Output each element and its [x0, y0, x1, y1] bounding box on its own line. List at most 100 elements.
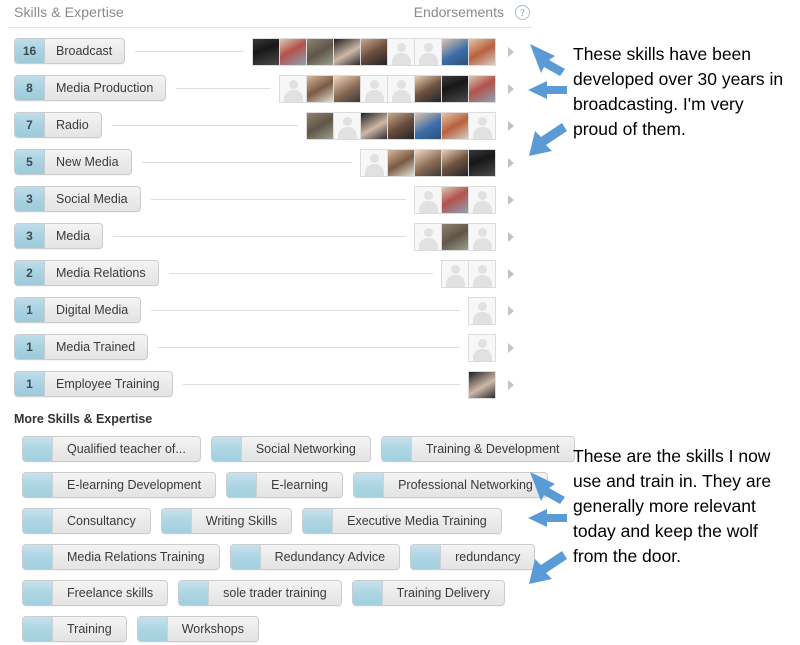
- skill-tag[interactable]: Workshops: [136, 616, 259, 642]
- chevron-right-icon[interactable]: [508, 158, 514, 168]
- skill-tag-label: Training & Development: [425, 442, 560, 456]
- skill-pill[interactable]: 2 Media Relations: [14, 260, 159, 286]
- skill-pill[interactable]: 1 Employee Training: [14, 371, 173, 397]
- skill-tag[interactable]: Freelance skills: [22, 580, 169, 606]
- avatar[interactable]: [441, 186, 469, 214]
- avatar[interactable]: [441, 38, 469, 66]
- avatar-placeholder[interactable]: [468, 112, 496, 140]
- arrow-down-left-icon: [529, 551, 567, 584]
- avatar[interactable]: [306, 112, 334, 140]
- arrow-left-icon: [528, 509, 567, 527]
- endorser-avatars: [468, 371, 496, 399]
- avatar[interactable]: [441, 149, 469, 177]
- skill-tag[interactable]: E-learning: [226, 472, 344, 498]
- avatar-placeholder[interactable]: [468, 297, 496, 325]
- avatar[interactable]: [414, 149, 442, 177]
- avatar-placeholder[interactable]: [468, 223, 496, 251]
- skill-pill[interactable]: 3 Media: [14, 223, 104, 249]
- skill-tag[interactable]: Training Delivery: [351, 580, 505, 606]
- skill-tag[interactable]: Writing Skills: [160, 508, 293, 534]
- avatar[interactable]: [279, 38, 307, 66]
- skill-row: 8 Media Production: [0, 75, 532, 103]
- skill-tag-label: Consultancy: [67, 514, 136, 528]
- avatar[interactable]: [468, 149, 496, 177]
- skills-and-expertise-panel: Skills & Expertise Endorsements ? 16 Broa…: [0, 0, 575, 645]
- skill-tag[interactable]: sole trader training: [178, 580, 342, 606]
- avatar-placeholder[interactable]: [468, 186, 496, 214]
- avatar[interactable]: [441, 75, 469, 103]
- skill-tag[interactable]: Training: [22, 616, 127, 642]
- skill-tag[interactable]: E-learning Development: [22, 472, 217, 498]
- avatar[interactable]: [414, 112, 442, 140]
- avatar[interactable]: [468, 371, 496, 399]
- skill-tag-label: Training Delivery: [396, 586, 490, 600]
- tag-row: Qualified teacher of... Social Networking…: [22, 436, 585, 462]
- avatar-placeholder[interactable]: [441, 260, 469, 288]
- skill-pill[interactable]: 16 Broadcast: [14, 38, 126, 64]
- skill-pill[interactable]: 7 Radio: [14, 112, 102, 138]
- avatar[interactable]: [333, 75, 361, 103]
- skill-tag[interactable]: Training & Development: [380, 436, 575, 462]
- skill-tag[interactable]: Consultancy: [22, 508, 151, 534]
- more-skills-title: More Skills & Expertise: [14, 412, 153, 426]
- skill-connector-line: [150, 199, 406, 200]
- avatar-placeholder[interactable]: [360, 75, 388, 103]
- annotation-text-bottom: These are the skills I now use and train…: [573, 446, 772, 566]
- question-mark-icon[interactable]: ?: [515, 5, 530, 20]
- skill-tag[interactable]: Professional Networking: [353, 472, 548, 498]
- avatar[interactable]: [252, 38, 280, 66]
- avatar-placeholder[interactable]: [414, 38, 442, 66]
- skill-tag[interactable]: redundancy: [410, 544, 536, 570]
- skill-tag[interactable]: Redundancy Advice: [229, 544, 401, 570]
- avatar-placeholder[interactable]: [279, 75, 307, 103]
- skill-pill[interactable]: 5 New Media: [14, 149, 132, 175]
- avatar[interactable]: [360, 38, 388, 66]
- skill-pill[interactable]: 1 Digital Media: [14, 297, 142, 323]
- avatar-placeholder[interactable]: [387, 38, 415, 66]
- skill-tag[interactable]: Executive Media Training: [302, 508, 502, 534]
- avatar-placeholder[interactable]: [387, 75, 415, 103]
- skill-pill[interactable]: 1 Media Trained: [14, 334, 149, 360]
- avatar[interactable]: [387, 112, 415, 140]
- chevron-right-icon[interactable]: [508, 121, 514, 131]
- avatar[interactable]: [387, 149, 415, 177]
- avatar-placeholder[interactable]: [468, 260, 496, 288]
- skill-connector-line: [111, 125, 298, 126]
- avatar[interactable]: [414, 75, 442, 103]
- skill-tag-label: Writing Skills: [205, 514, 278, 528]
- avatar[interactable]: [468, 75, 496, 103]
- chevron-right-icon[interactable]: [508, 232, 514, 242]
- avatar[interactable]: [306, 38, 334, 66]
- avatar[interactable]: [306, 75, 334, 103]
- chevron-right-icon[interactable]: [508, 343, 514, 353]
- avatar[interactable]: [441, 223, 469, 251]
- skill-pill[interactable]: 8 Media Production: [14, 75, 167, 101]
- tag-accent-swatch: [354, 473, 385, 497]
- skill-tag-label: E-learning Development: [67, 478, 202, 492]
- avatar-placeholder[interactable]: [333, 112, 361, 140]
- skill-tag[interactable]: Social Networking: [210, 436, 371, 462]
- avatar[interactable]: [468, 38, 496, 66]
- avatar[interactable]: [441, 112, 469, 140]
- skill-pill[interactable]: 3 Social Media: [14, 186, 141, 212]
- chevron-right-icon[interactable]: [508, 306, 514, 316]
- avatar[interactable]: [333, 38, 361, 66]
- avatar[interactable]: [360, 112, 388, 140]
- chevron-right-icon[interactable]: [508, 47, 514, 57]
- skill-tag[interactable]: Qualified teacher of...: [22, 436, 201, 462]
- avatar-placeholder[interactable]: [468, 334, 496, 362]
- avatar-placeholder[interactable]: [414, 223, 442, 251]
- endorser-avatars: [441, 260, 496, 288]
- chevron-right-icon[interactable]: [508, 380, 514, 390]
- avatar-placeholder[interactable]: [414, 186, 442, 214]
- chevron-right-icon[interactable]: [508, 269, 514, 279]
- endorsement-count-badge: 5: [15, 150, 45, 174]
- skill-connector-line: [113, 236, 406, 237]
- avatar-placeholder[interactable]: [360, 149, 388, 177]
- arrow-left-icon: [528, 81, 567, 99]
- skill-name-label: Social Media: [56, 192, 128, 206]
- chevron-right-icon[interactable]: [508, 195, 514, 205]
- skill-tag[interactable]: Media Relations Training: [22, 544, 220, 570]
- skill-tag-label: Redundancy Advice: [274, 550, 386, 564]
- chevron-right-icon[interactable]: [508, 84, 514, 94]
